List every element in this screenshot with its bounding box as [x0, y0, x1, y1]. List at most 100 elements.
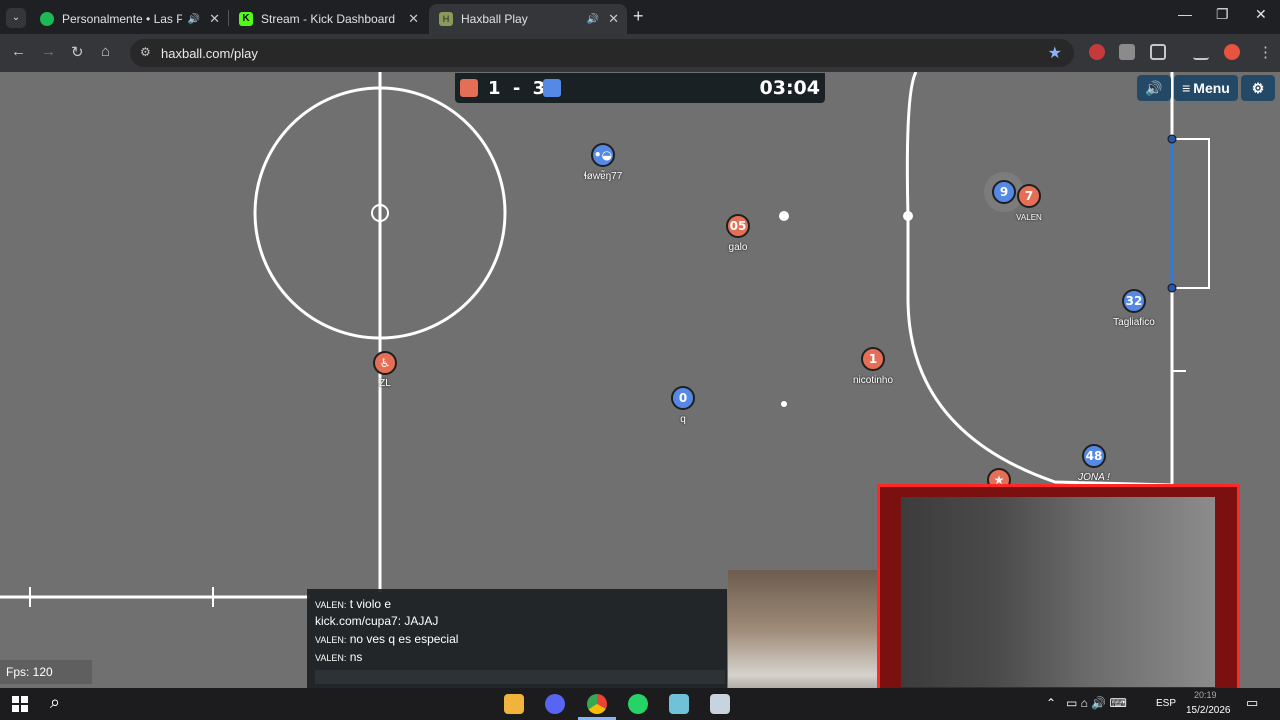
goal-post [1167, 134, 1177, 144]
chat-message: VALEN: ns [315, 650, 362, 664]
avatar[interactable] [1224, 44, 1240, 60]
settings-gear-icon[interactable]: ⚙ [1241, 75, 1275, 101]
player-name: Tagliafico [1113, 317, 1155, 328]
taskbar: ⌕ ⌃ ▭ ⌂ 🔊 ⌨ ESP 20:19 15/2/2026 ▭ [0, 688, 1280, 720]
player-name: ZL [379, 378, 391, 389]
game-controls: 🔊 ≡ Menu ⚙ [1137, 75, 1275, 101]
tray-icons[interactable]: ▭ ⌂ 🔊 ⌨ [1066, 696, 1127, 710]
menu-dots-icon[interactable]: ⋮ [1258, 43, 1273, 61]
discord-icon[interactable] [545, 694, 565, 714]
clock-time[interactable]: 20:19 [1194, 690, 1217, 700]
forward-icon[interactable]: → [41, 43, 56, 60]
browser-toolbar: ← → ↻ ⌂ ⚙ haxball.com/play ★ ⋮ [0, 34, 1280, 72]
chat-message: VALEN: no ves q es especial [315, 632, 458, 646]
reload-icon[interactable]: ↻ [71, 43, 84, 61]
extension-icon[interactable] [1119, 44, 1135, 60]
tab-title: Personalmente • Las Pelotas [62, 12, 182, 26]
field-spot [903, 211, 913, 221]
player-name: q [680, 414, 686, 425]
chat-text: no ves q es especial [346, 632, 459, 646]
webcam-overlay [877, 484, 1240, 688]
home-icon[interactable]: ⌂ [101, 43, 110, 60]
restore-icon[interactable]: ❐ [1216, 6, 1229, 23]
chat-nick: VALEN: [315, 635, 347, 645]
chat-message: kick.com/cupa7: JAJAJ [315, 614, 438, 628]
menu-label: Menu [1193, 80, 1230, 96]
audio-icon: 🔊 [586, 13, 599, 25]
player-disc: 1 [861, 347, 885, 371]
chat-input[interactable] [315, 670, 725, 684]
player-disc: 9 [992, 180, 1016, 204]
media-control-icon[interactable] [1193, 44, 1209, 60]
menu-button[interactable]: ≡ Menu [1174, 75, 1238, 101]
player-disc: ♿ [373, 351, 397, 375]
game-canvas[interactable]: 1 - 3 03:04 🔊 ≡ Menu ⚙ •◒ ɬøwɐ̃ŋ77 05 gal… [0, 72, 1280, 688]
chat-panel: VALEN: t violo e kick.com/cupa7: JAJAJ V… [307, 589, 727, 688]
language-indicator[interactable]: ESP [1156, 698, 1176, 709]
tab-strip: ⌄ Personalmente • Las Pelotas 🔊 ✕ K Stre… [0, 0, 1280, 34]
clock-date[interactable]: 15/2/2026 [1186, 705, 1231, 716]
new-tab-icon[interactable]: + [633, 6, 644, 27]
chat-text: t violo e [346, 597, 392, 611]
field-spot [781, 401, 787, 407]
whatsapp-icon[interactable] [628, 694, 648, 714]
haxball-icon: H [439, 12, 453, 26]
tab-kick[interactable]: K Stream - Kick Dashboard ✕ [229, 4, 427, 34]
sound-icon[interactable]: 🔊 [1137, 75, 1171, 101]
player-disc: 32 [1122, 289, 1146, 313]
player-disc: 48 [1082, 444, 1106, 468]
score-display: 1 - 3 [488, 78, 545, 99]
chat-text: kick.com/cupa7: JAJAJ [315, 614, 439, 628]
spotify-icon [40, 12, 54, 26]
player-disc: 7 [1017, 184, 1041, 208]
close-window-icon[interactable]: ✕ [1255, 6, 1267, 23]
match-timer: 03:04 [759, 77, 820, 99]
tab-haxball[interactable]: H Haxball Play 🔊 ✕ [429, 4, 627, 34]
minimize-icon[interactable]: — [1178, 6, 1192, 22]
tab-title: Stream - Kick Dashboard [261, 12, 396, 26]
tray-expand-icon[interactable]: ⌃ [1046, 696, 1056, 710]
score-separator: - [512, 78, 521, 99]
player-name: JONA ! [1078, 472, 1110, 483]
bookmark-star-icon[interactable]: ★ [1048, 43, 1062, 63]
url-text: haxball.com/play [161, 46, 258, 61]
audio-icon: 🔊 [187, 13, 200, 25]
tab-spotify[interactable]: Personalmente • Las Pelotas 🔊 ✕ [30, 4, 228, 34]
close-icon[interactable]: ✕ [209, 11, 220, 27]
blue-team-swatch [543, 79, 561, 97]
player-name: VALEN [1016, 213, 1042, 222]
search-icon[interactable]: ⌕ [50, 692, 60, 713]
secondary-webcam-overlay [728, 570, 877, 688]
address-bar[interactable]: ⚙ haxball.com/play ★ [130, 39, 1074, 67]
app-icon[interactable] [669, 694, 689, 714]
red-team-swatch [460, 79, 478, 97]
tab-search-button[interactable]: ⌄ [6, 8, 26, 28]
extensions-puzzle-icon[interactable] [1150, 44, 1166, 60]
player-disc: 0 [671, 386, 695, 410]
close-icon[interactable]: ✕ [608, 11, 619, 27]
close-icon[interactable]: ✕ [408, 11, 419, 27]
player-name: nicotinho [852, 375, 894, 386]
site-info-icon[interactable]: ⚙ [140, 45, 151, 59]
app-icon[interactable] [710, 694, 730, 714]
back-icon[interactable]: ← [11, 43, 26, 60]
notification-icon[interactable]: ▭ [1246, 695, 1258, 711]
goal-net [1172, 138, 1210, 289]
file-explorer-icon[interactable] [504, 694, 524, 714]
player-name: ɬøwɐ̃ŋ77 [583, 171, 623, 182]
fps-counter: Fps: 120 [0, 660, 92, 684]
scoreboard: 1 - 3 03:04 [455, 73, 825, 103]
hamburger-icon: ≡ [1182, 80, 1191, 96]
extension-icon[interactable] [1089, 44, 1105, 60]
chrome-icon[interactable] [587, 694, 607, 714]
player-name: galo [728, 242, 748, 253]
chat-nick: VALEN: [315, 600, 347, 610]
goal-post [1167, 283, 1177, 293]
red-score: 1 [488, 78, 501, 99]
windows-start-icon[interactable] [12, 696, 28, 712]
tab-title: Haxball Play [461, 12, 528, 26]
chat-nick: VALEN: [315, 653, 347, 663]
webcam-video [901, 497, 1215, 687]
player-disc: •◒ [591, 143, 615, 167]
penalty-arc [905, 72, 1173, 487]
